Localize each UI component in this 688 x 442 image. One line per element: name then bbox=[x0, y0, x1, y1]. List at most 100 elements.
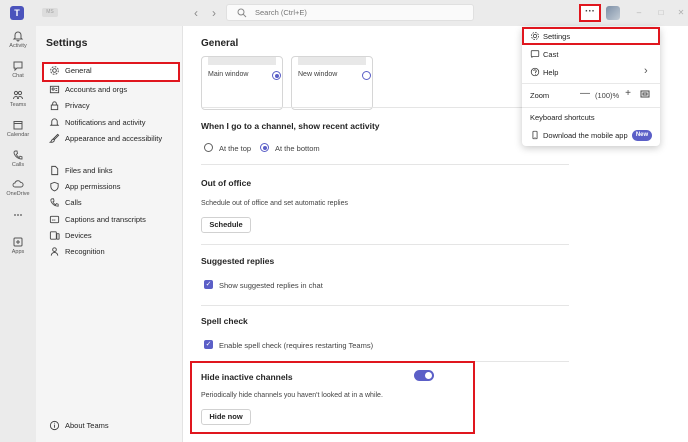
settings-item-devices[interactable]: Devices bbox=[42, 227, 180, 244]
menu-item-settings[interactable]: Settings bbox=[522, 27, 660, 45]
hide-inactive-description: Periodically hide channels you haven't l… bbox=[201, 392, 383, 399]
settings-item-captions[interactable]: cc Captions and transcripts bbox=[42, 211, 180, 228]
search-box[interactable] bbox=[226, 4, 474, 21]
menu-item-cast[interactable]: Cast bbox=[522, 45, 660, 63]
settings-item-label: Files and links bbox=[65, 166, 113, 175]
more-options-menu: Settings Cast Help › Zoom — (100)% + Key… bbox=[522, 27, 660, 146]
settings-item-label: Devices bbox=[65, 231, 92, 240]
hide-inactive-toggle[interactable] bbox=[414, 370, 434, 381]
settings-item-app-permissions[interactable]: App permissions bbox=[42, 178, 180, 195]
suggested-replies-checkbox[interactable]: ✓ bbox=[204, 280, 213, 289]
zoom-in-button[interactable]: + bbox=[622, 88, 634, 100]
phone-icon bbox=[50, 198, 59, 207]
profile-chip[interactable]: MS bbox=[42, 8, 58, 17]
spell-check-title: Spell check bbox=[201, 316, 248, 326]
chat-icon bbox=[13, 61, 23, 72]
fullscreen-icon[interactable] bbox=[640, 89, 650, 99]
window-option-new[interactable]: New window bbox=[291, 56, 373, 110]
avatar[interactable] bbox=[606, 6, 620, 20]
bell-icon bbox=[12, 31, 24, 42]
at-the-top-label: At the top bbox=[219, 144, 252, 153]
rail-item-more[interactable] bbox=[0, 209, 36, 223]
settings-item-recognition[interactable]: Recognition bbox=[42, 243, 180, 260]
zoom-out-button[interactable]: — bbox=[579, 88, 591, 100]
help-icon bbox=[530, 67, 540, 77]
gear-icon bbox=[50, 66, 59, 75]
rail-item-chat[interactable]: Chat bbox=[0, 58, 36, 86]
forward-arrow-icon[interactable]: › bbox=[208, 6, 220, 20]
rail-item-apps[interactable]: Apps bbox=[0, 234, 36, 262]
rail-item-activity[interactable]: Activity bbox=[0, 28, 36, 56]
settings-item-general[interactable]: General bbox=[42, 62, 180, 82]
rail-label: Activity bbox=[9, 43, 27, 49]
settings-item-accounts[interactable]: Accounts and orgs bbox=[42, 81, 180, 98]
rail-label: Calendar bbox=[6, 132, 30, 138]
back-arrow-icon[interactable]: ‹ bbox=[190, 6, 202, 20]
teams-icon bbox=[13, 90, 23, 100]
rail-item-calls[interactable]: Calls bbox=[0, 147, 36, 175]
rail-label: Apps bbox=[11, 249, 25, 255]
shield-icon bbox=[50, 181, 59, 192]
settings-title: Settings bbox=[46, 37, 88, 49]
at-the-bottom-radio[interactable] bbox=[260, 143, 269, 152]
divider bbox=[201, 164, 569, 165]
recognition-icon bbox=[50, 247, 59, 256]
rail-item-teams[interactable]: Teams bbox=[0, 87, 36, 115]
divider bbox=[201, 107, 569, 108]
schedule-button[interactable]: Schedule bbox=[201, 217, 251, 233]
window-option-label: Main window bbox=[208, 71, 249, 78]
main-window-radio[interactable] bbox=[272, 71, 281, 80]
apps-icon bbox=[13, 237, 23, 247]
file-icon bbox=[51, 165, 59, 176]
hide-inactive-title: Hide inactive channels bbox=[201, 372, 293, 382]
about-teams-link[interactable]: About Teams bbox=[42, 417, 180, 434]
new-window-radio[interactable] bbox=[362, 71, 371, 80]
search-icon bbox=[237, 8, 247, 18]
menu-item-label: Keyboard shortcuts bbox=[530, 113, 595, 122]
window-option-main[interactable]: Main window bbox=[201, 56, 283, 110]
settings-item-privacy[interactable]: Privacy bbox=[42, 97, 180, 114]
channel-activity-title: When I go to a channel, show recent acti… bbox=[201, 121, 380, 131]
settings-item-label: Calls bbox=[65, 198, 82, 207]
accounts-icon bbox=[49, 85, 60, 94]
settings-item-label: General bbox=[65, 66, 92, 75]
gear-icon bbox=[531, 32, 539, 40]
rail-item-calendar[interactable]: Calendar bbox=[0, 117, 36, 145]
maximize-button[interactable]: □ bbox=[654, 6, 668, 20]
settings-item-notifications[interactable]: Notifications and activity bbox=[42, 114, 180, 131]
search-input[interactable] bbox=[255, 7, 455, 18]
settings-panel: Settings General Accounts and orgs Priva… bbox=[36, 26, 183, 442]
hide-now-button[interactable]: Hide now bbox=[201, 409, 251, 425]
minimize-button[interactable]: – bbox=[632, 6, 646, 20]
divider bbox=[201, 305, 569, 306]
more-options-button[interactable]: ··· bbox=[579, 4, 601, 22]
at-the-top-radio[interactable] bbox=[204, 143, 213, 152]
spell-check-label: Enable spell check (requires restarting … bbox=[219, 341, 374, 350]
menu-item-label: Help bbox=[543, 68, 559, 77]
at-the-bottom-label: At the bottom bbox=[275, 144, 320, 153]
phone-icon bbox=[13, 150, 23, 160]
mobile-phone-icon bbox=[532, 130, 538, 140]
settings-item-files[interactable]: Files and links bbox=[42, 162, 180, 179]
settings-item-calls[interactable]: Calls bbox=[42, 194, 180, 211]
settings-item-appearance[interactable]: Appearance and accessibility bbox=[42, 130, 180, 147]
more-icon bbox=[14, 214, 22, 216]
paintbrush-icon bbox=[49, 133, 60, 143]
rail-label: Teams bbox=[9, 102, 27, 108]
suggested-replies-title: Suggested replies bbox=[201, 256, 275, 266]
close-button[interactable]: ✕ bbox=[674, 6, 688, 20]
calendar-icon bbox=[13, 121, 23, 130]
menu-item-keyboard-shortcuts[interactable]: Keyboard shortcuts bbox=[522, 108, 660, 126]
spell-check-checkbox[interactable]: ✓ bbox=[204, 340, 213, 349]
page-title: General bbox=[201, 38, 239, 49]
window-preview bbox=[298, 57, 366, 65]
cast-icon bbox=[530, 50, 540, 58]
lock-icon bbox=[50, 101, 59, 111]
zoom-label: Zoom bbox=[530, 91, 550, 100]
settings-item-label: Notifications and activity bbox=[65, 118, 146, 127]
menu-separator bbox=[522, 83, 660, 84]
menu-item-help[interactable]: Help › bbox=[522, 63, 660, 81]
settings-item-label: Recognition bbox=[65, 247, 105, 256]
out-of-office-title: Out of office bbox=[201, 178, 252, 188]
rail-item-onedrive[interactable]: OneDrive bbox=[0, 176, 36, 204]
